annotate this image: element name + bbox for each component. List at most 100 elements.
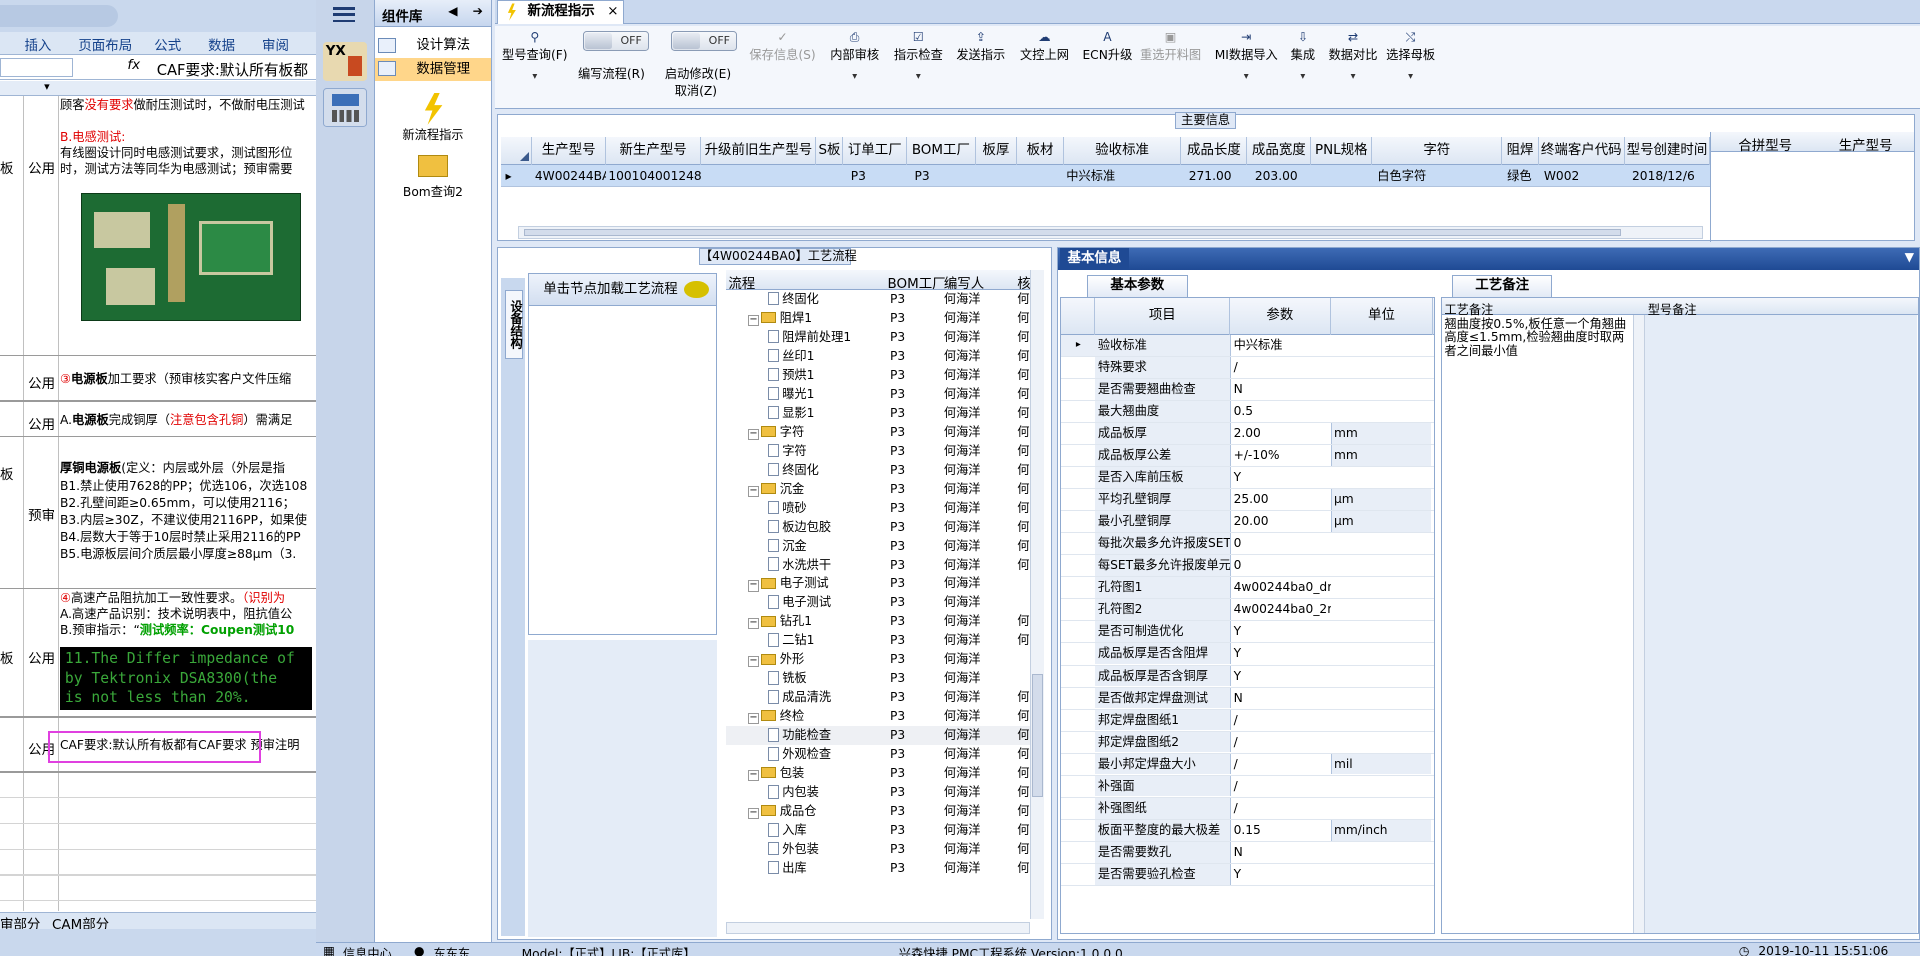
column-header[interactable]: PNL规格 — [1311, 136, 1373, 166]
excel-quick-access-toolbar[interactable] — [0, 4, 118, 27]
collapse-icon[interactable]: − — [747, 808, 759, 820]
param-row[interactable]: 最小孔壁铜厚 20.00 μm — [1061, 511, 1434, 534]
column-header[interactable]: 阻焊 — [1502, 136, 1539, 166]
ribbon-tab-page-layout[interactable]: 页面布局 — [78, 34, 132, 54]
tree-node-name[interactable]: 外包装 — [767, 840, 881, 858]
tree-node-name[interactable]: 曝光1 — [767, 385, 881, 403]
tab-new-flow[interactable]: 新流程指示 × — [497, 0, 625, 25]
tree-node-name[interactable]: 字符 — [767, 442, 881, 460]
excel-cell[interactable]: 预审 — [24, 504, 58, 524]
column-header[interactable]: BOM工厂 — [888, 272, 946, 292]
excel-cell[interactable]: 公用 — [24, 413, 58, 433]
mi-import-button[interactable]: ⇥ MI数据导入 ▾ — [1215, 30, 1278, 81]
excel-cell-text[interactable]: ③电源板加工要求（预审核实客户文件压缩 — [60, 372, 316, 388]
tree-node-name[interactable]: 内包装 — [767, 783, 881, 801]
collapse-icon[interactable]: − — [747, 656, 759, 668]
param-row[interactable]: 是否需要数孔 N — [1061, 841, 1434, 864]
tree-node[interactable]: 显影1 P3 何海洋 何 — [726, 404, 1042, 423]
tree-node[interactable]: − 阻焊1 P3 何海洋 何 — [726, 309, 1042, 328]
tree-node-name[interactable]: − 外形 — [747, 650, 880, 668]
tree-node[interactable]: − 电子测试 P3 何海洋 — [726, 574, 1042, 593]
tree-node-name[interactable]: 显影1 — [767, 404, 881, 422]
table-cell[interactable]: 4W00244BA0 — [535, 165, 606, 187]
excel-cell[interactable]: 公用 — [24, 372, 58, 392]
param-row[interactable]: 是否可制造优化 Y — [1061, 621, 1434, 644]
param-value[interactable]: Y — [1230, 863, 1331, 885]
tree-node[interactable]: − 外形 P3 何海洋 — [726, 650, 1042, 669]
start-edit-label[interactable]: 启动修改(E) — [665, 64, 731, 82]
column-header[interactable]: 订单工厂 — [843, 136, 908, 166]
tree-node[interactable]: 阻焊前处理1 P3 何海洋 何 — [726, 328, 1042, 347]
param-value[interactable]: 20.00 — [1230, 511, 1331, 533]
column-header[interactable]: S板 — [816, 136, 844, 166]
param-row[interactable]: 邦定焊盘图纸2/ — [1061, 731, 1434, 754]
table-cell[interactable]: 203.00 — [1255, 165, 1311, 187]
param-value[interactable]: 4w00244ba0_dr... — [1230, 577, 1331, 599]
tree-node-name[interactable]: 电子测试 — [767, 593, 881, 611]
tree-node[interactable]: 功能检查 P3 何海洋 何 — [725, 726, 1042, 746]
table-cell[interactable]: 白色字符 — [1377, 165, 1502, 187]
tree-node-name[interactable]: 终固化 — [767, 461, 881, 479]
tree-node-name[interactable]: 丝印1 — [767, 347, 881, 365]
param-value[interactable]: 25.00 — [1230, 489, 1331, 511]
tree-node[interactable]: − 字符 P3 何海洋 何 — [726, 423, 1042, 442]
param-value[interactable]: / — [1230, 797, 1331, 819]
excel-cell[interactable]: 板 — [0, 647, 13, 667]
tree-node[interactable]: 沉金 P3 何海洋 何 — [726, 537, 1042, 556]
column-header[interactable]: 项目 — [1095, 298, 1231, 336]
column-header[interactable]: 板厚 — [976, 136, 1018, 166]
tree-node[interactable]: 板边包胶 P3 何海洋 何 — [726, 518, 1042, 537]
ribbon-tab-review[interactable]: 审阅 — [262, 34, 289, 54]
start-edit-toggle[interactable]: OFF — [671, 30, 738, 52]
craft-note-text[interactable]: 翘曲度按0.5%,板任意一个角翘曲高度≤1.5mm,检验翘曲度时取两者之间最小值 — [1444, 317, 1628, 358]
collapse-icon[interactable]: − — [747, 315, 759, 326]
table-cell[interactable] — [1314, 165, 1373, 187]
data-compare-button[interactable]: ⇄ 数据对比 ▾ — [1329, 30, 1378, 81]
vertical-scrollbar[interactable] — [1633, 315, 1646, 933]
param-row[interactable]: 是否需要翘曲检查 N — [1061, 379, 1434, 402]
tree-node-name[interactable]: 水洗烘干 — [767, 556, 881, 574]
tree-node-name[interactable]: 入库 — [767, 821, 881, 839]
instruction-check-button[interactable]: ☑ 指示检查 ▾ — [894, 30, 943, 81]
tree-node[interactable]: 铣板 P3 何海洋 — [726, 669, 1042, 688]
param-row[interactable]: 成品板厚 2.00 mm — [1061, 423, 1434, 446]
complib-item-design-algorithm[interactable]: 设计算法 — [375, 34, 492, 57]
table-row[interactable]: ▸ 4W00244BA0 10010400124892 P3 P3 中兴标准 2… — [500, 165, 1711, 188]
excel-cell-text[interactable]: A.电源板完成铜厚（注意包含孔铜）需满足 — [60, 413, 316, 429]
table-cell[interactable] — [1020, 165, 1064, 187]
collapse-icon[interactable]: − — [747, 618, 759, 630]
tree-node-name[interactable]: − 字符 — [747, 423, 880, 441]
flow-hint-header[interactable]: 单击节点加载工艺流程 — [528, 273, 717, 306]
param-row[interactable]: 每批次最多允许报废SET 0 — [1061, 533, 1434, 556]
reselect-cutting-button[interactable]: ▣ 重选开料图 — [1140, 30, 1201, 64]
complib-bom-query[interactable]: Bom查询2 — [375, 155, 492, 200]
tree-node-name[interactable]: 二钻1 — [767, 631, 881, 649]
tree-node[interactable]: − 钻孔1 P3 何海洋 何 — [726, 612, 1042, 631]
tree-node[interactable]: 终固化 P3 何海洋 何 — [726, 290, 1042, 309]
excel-cell[interactable]: 公用 — [24, 157, 58, 177]
internal-audit-button[interactable]: ⎙ 内部审核 ▾ — [830, 30, 879, 81]
param-value[interactable]: 0.5 — [1230, 401, 1331, 422]
param-row[interactable]: 最大翘曲度 0.5 — [1061, 401, 1434, 424]
tree-node-name[interactable]: 喷砂 — [767, 499, 881, 517]
param-row[interactable]: 是否入库前压板 Y — [1061, 467, 1434, 490]
tree-node[interactable]: 成品清洗 P3 何海洋 何 — [726, 688, 1042, 707]
tree-node-name[interactable]: 沉金 — [767, 537, 881, 555]
excel-cell-text[interactable]: ④高速产品阻抗加工一致性要求。（识别为 A.高速产品识别：技术说明表中，阻抗值公… — [60, 591, 316, 639]
param-value[interactable]: / — [1230, 709, 1331, 731]
tree-node-name[interactable]: 功能检查 — [767, 726, 881, 744]
send-instruction-button[interactable]: ⇪ 发送指示 — [956, 30, 1005, 64]
param-value[interactable]: / — [1230, 753, 1331, 775]
tree-node[interactable]: 终固化 P3 何海洋 何 — [726, 461, 1042, 480]
fx-icon[interactable]: fx — [127, 58, 140, 73]
vertical-scrollbar[interactable] — [1029, 270, 1045, 920]
doc-online-button[interactable]: ☁ 文控上网 — [1020, 30, 1069, 64]
column-header[interactable]: 流程 — [728, 272, 755, 292]
horizontal-scrollbar[interactable] — [517, 226, 1704, 239]
column-header[interactable]: 单位 — [1331, 298, 1434, 336]
column-header[interactable]: 字符 — [1372, 136, 1503, 166]
param-value[interactable]: 0 — [1230, 533, 1331, 555]
param-value[interactable]: +/-10% — [1230, 445, 1331, 467]
column-header[interactable]: 编写人 — [944, 272, 984, 292]
column-header[interactable]: 终端客户代码 — [1539, 136, 1625, 166]
